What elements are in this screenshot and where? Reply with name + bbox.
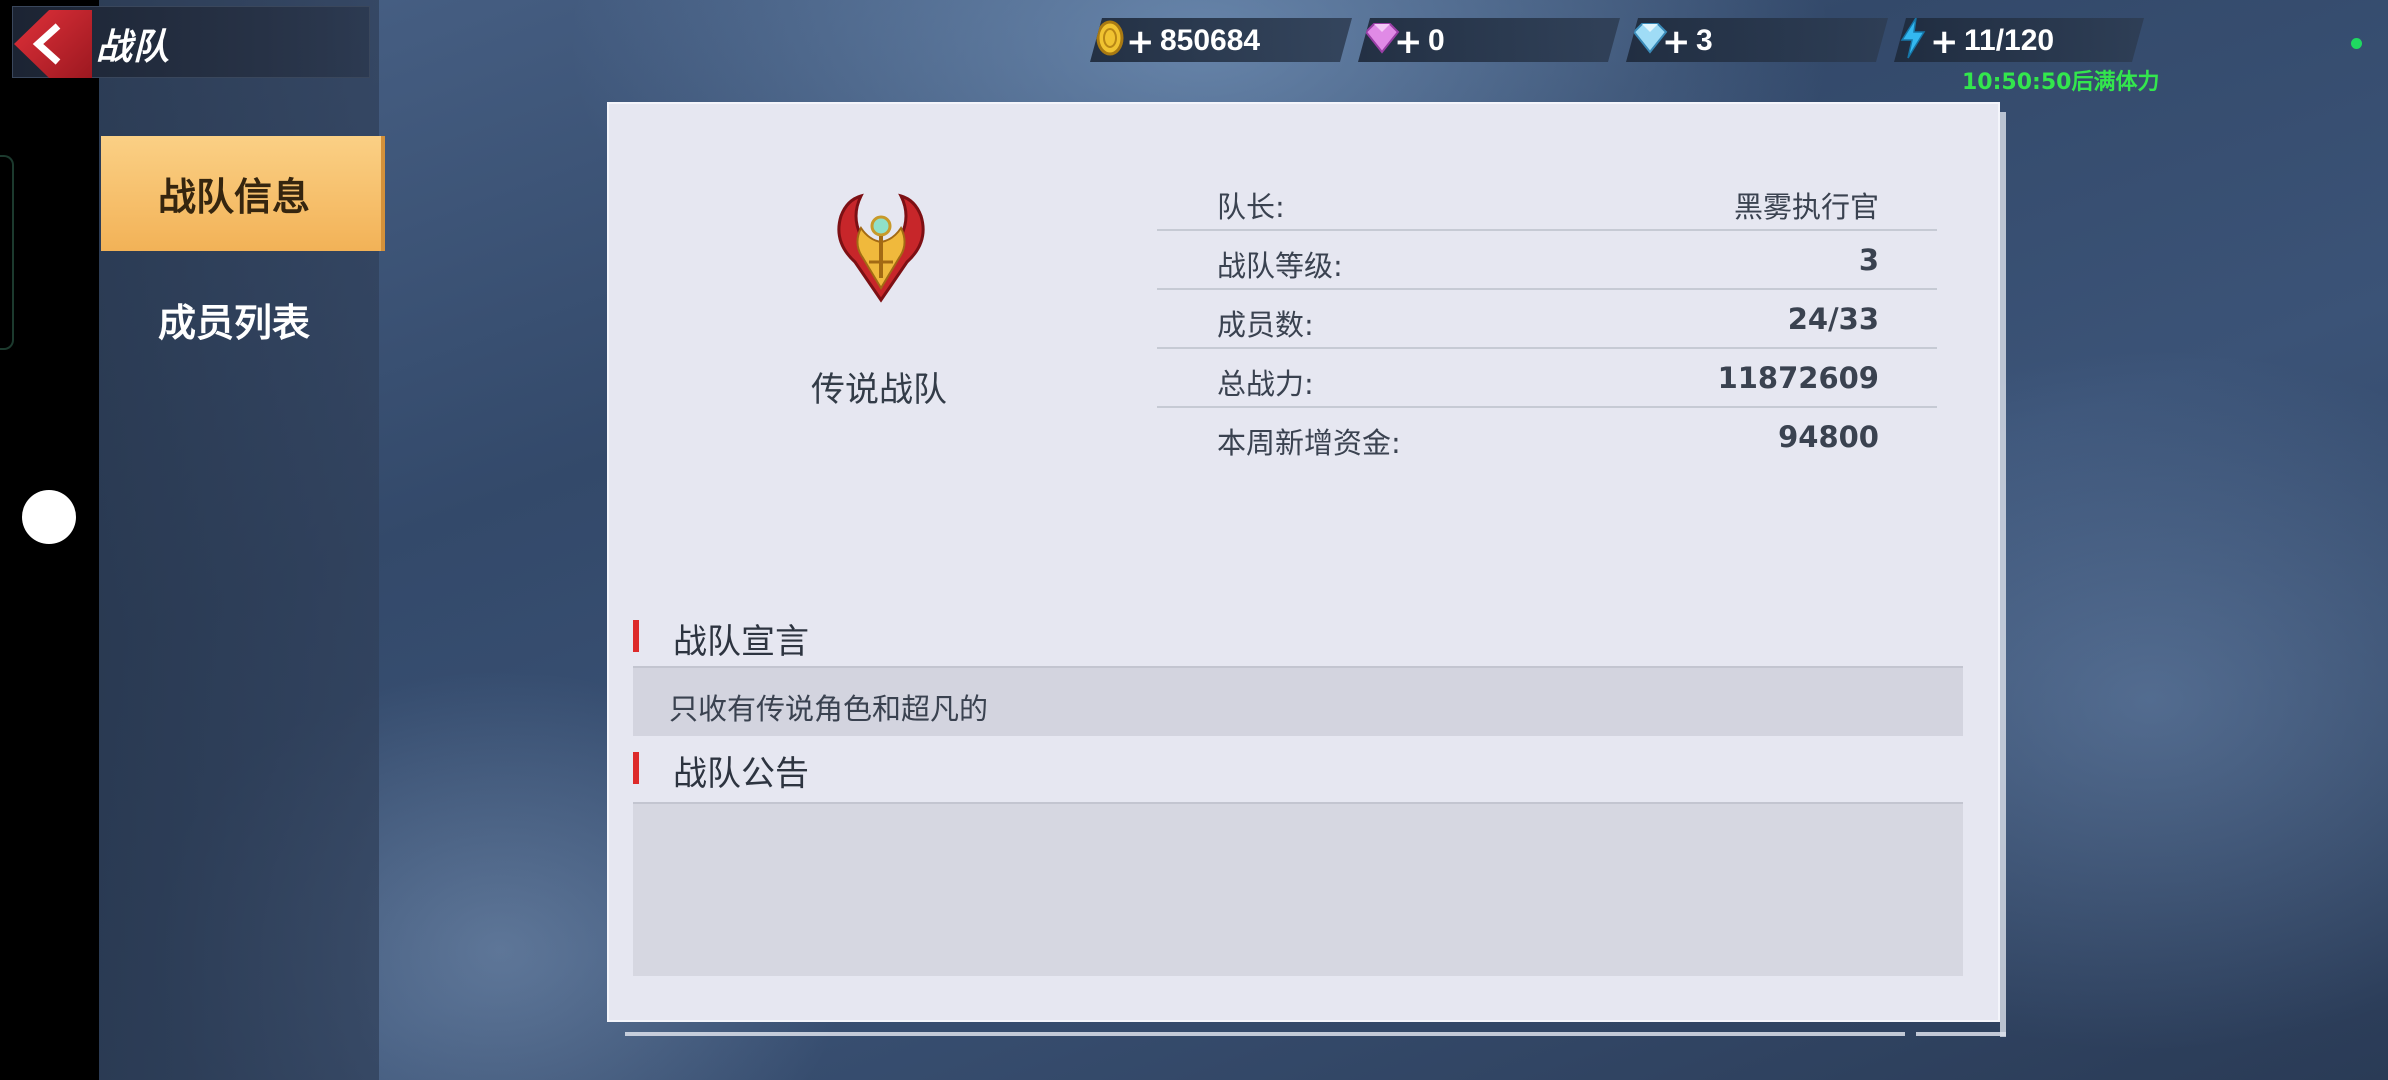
card-bottom-decoration-right — [1916, 1032, 2006, 1036]
pink-gem-value: 0 — [1428, 24, 1445, 57]
card-bottom-decoration — [625, 1032, 1905, 1036]
side-drawer-handle[interactable] — [0, 155, 14, 350]
gold-value: 850684 — [1160, 24, 1261, 57]
slogan-box: 只收有传说角色和超凡的 — [633, 666, 1963, 736]
weekly-funds: 94800 — [1778, 420, 1879, 454]
blue-gem-value: 3 — [1696, 24, 1713, 57]
screen-edge-strip — [0, 0, 99, 1080]
info-row-level: 战队等级: 3 — [1157, 231, 1937, 290]
add-blue-gem-icon[interactable]: + — [1662, 22, 1691, 62]
team-name: 传说战队 — [811, 370, 947, 410]
energy-value: 11/120 — [1964, 24, 2055, 57]
energy-refill-timer: 10:50:50后满体力 — [1962, 70, 2160, 95]
leader-name: 黑雾执行官 — [1733, 190, 1879, 224]
add-pink-gem-icon[interactable]: + — [1394, 22, 1423, 62]
section-marker — [633, 752, 639, 784]
add-energy-icon[interactable]: + — [1930, 22, 1959, 62]
info-label: 战队等级: — [1217, 249, 1343, 283]
slogan-title: 战队宣言 — [673, 622, 809, 662]
member-count: 24/33 — [1787, 302, 1879, 336]
blue-gem-resource[interactable]: + 3 — [1626, 18, 1888, 62]
section-marker — [633, 620, 639, 652]
team-info-card: 传说战队 队长: 黑雾执行官 战队等级: 3 成员数: 24/33 总战力: 1… — [607, 102, 2000, 1022]
notice-title: 战队公告 — [673, 754, 809, 794]
info-row-funds: 本周新增资金: 94800 — [1157, 408, 1937, 467]
floating-assistant-ball[interactable] — [22, 490, 76, 544]
tab-label: 战队信息 — [158, 175, 311, 219]
gold-resource[interactable]: + 850684 — [1090, 18, 1352, 62]
team-level: 3 — [1858, 243, 1879, 277]
notice-box — [633, 802, 1963, 976]
slogan-text: 只收有传说角色和超凡的 — [669, 692, 989, 726]
info-label: 队长: — [1217, 190, 1285, 224]
info-row-power: 总战力: 11872609 — [1157, 349, 1937, 408]
status-dot — [2351, 38, 2362, 49]
info-label: 本周新增资金: — [1217, 426, 1401, 460]
energy-resource[interactable]: + 11/120 — [1894, 18, 2144, 62]
team-emblem-icon — [837, 193, 925, 303]
card-edge-decoration — [2000, 112, 2006, 1037]
total-power: 11872609 — [1717, 361, 1879, 395]
team-stats-table: 队长: 黑雾执行官 战队等级: 3 成员数: 24/33 总战力: 118726… — [1157, 172, 1937, 467]
back-arrow-icon — [32, 23, 61, 65]
info-row-leader: 队长: 黑雾执行官 — [1157, 172, 1937, 231]
tab-label: 成员列表 — [158, 301, 311, 345]
pink-gem-resource[interactable]: + 0 — [1358, 18, 1620, 62]
add-gold-icon[interactable]: + — [1126, 22, 1155, 62]
page-title: 战队 — [96, 27, 171, 68]
info-row-members: 成员数: 24/33 — [1157, 290, 1937, 349]
tab-team-info[interactable]: 战队信息 — [101, 136, 385, 251]
info-label: 成员数: — [1217, 308, 1314, 342]
info-label: 总战力: — [1217, 367, 1314, 401]
tab-member-list[interactable]: 成员列表 — [101, 262, 385, 377]
